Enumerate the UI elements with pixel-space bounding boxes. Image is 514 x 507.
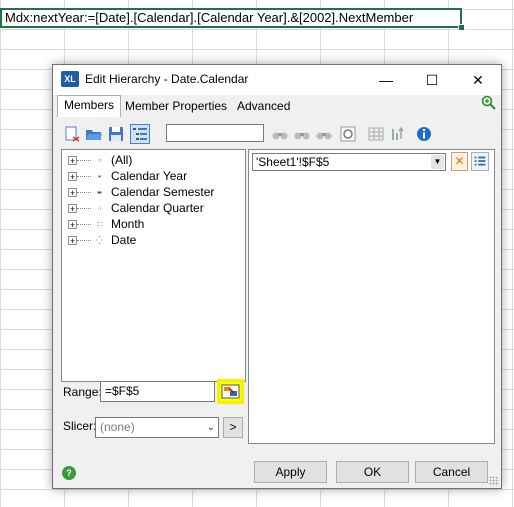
expand-icon[interactable]: + — [68, 204, 77, 214]
edit-hierarchy-dialog: XL Edit Hierarchy - Date.Calendar — ☐ ✕ … — [52, 64, 502, 489]
tree-item-label: (All) — [111, 153, 133, 167]
find-next-icon[interactable] — [293, 125, 311, 143]
app-icon: XL — [61, 71, 79, 87]
level-icon: ⁖ — [97, 203, 102, 213]
help-icon[interactable]: ? — [62, 466, 76, 480]
mdx-icon[interactable] — [339, 125, 357, 143]
expand-icon[interactable]: + — [68, 172, 77, 182]
tree-item-label: Month — [111, 217, 145, 231]
tree-item-label: Calendar Year — [111, 169, 188, 183]
expand-icon[interactable]: + — [68, 156, 77, 166]
search-input[interactable] — [166, 124, 264, 142]
tab-member-properties[interactable]: Member Properties — [119, 97, 233, 116]
tree-item-calendar-quarter[interactable]: + ⁖ Calendar Quarter — [68, 200, 204, 216]
tree-item-calendar-semester[interactable]: + ▪▪ Calendar Semester — [68, 184, 214, 200]
range-combo-value: 'Sheet1'!$F$5 — [256, 155, 330, 169]
slicer-value: (none) — [100, 420, 135, 434]
cancel-button[interactable]: Cancel — [415, 461, 488, 483]
tree-item-label: Calendar Quarter — [111, 201, 204, 215]
tree-item-all[interactable]: + ▫ (All) — [68, 152, 132, 168]
tree-item-label: Date — [111, 233, 137, 247]
dialog-footer: ? Apply OK Cancel — [53, 457, 501, 487]
selection-panel[interactable]: 'Sheet1'!$F$5 ▼ ✕ — [248, 149, 495, 444]
level-icon: ▫ — [98, 155, 101, 165]
new-icon[interactable] — [63, 125, 81, 143]
resize-grip-icon[interactable] — [489, 476, 499, 486]
level-icon: ▪ — [98, 171, 101, 181]
dialog-title: Edit Hierarchy - Date.Calendar — [85, 72, 249, 86]
info-icon[interactable] — [415, 125, 433, 143]
level-icon: ∷ — [96, 219, 102, 229]
hierarchy-tree[interactable]: + ▫ (All) + ▪ Calendar Year + ▪▪ Calendar Seme… — [61, 149, 246, 382]
sort-icon[interactable] — [389, 125, 407, 143]
find-previous-icon[interactable] — [315, 125, 333, 143]
zoom-icon[interactable] — [481, 95, 497, 111]
expand-icon[interactable]: + — [68, 188, 77, 198]
active-cell-formula[interactable]: Mdx:nextYear:=[Date].[Calendar].[Calenda… — [0, 8, 465, 31]
close-button[interactable]: ✕ — [455, 65, 501, 95]
tree-view-icon[interactable] — [130, 124, 150, 144]
chevron-down-icon[interactable]: ⌄ — [207, 418, 215, 437]
grid-icon[interactable] — [367, 125, 385, 143]
level-icon: ⁛ — [96, 235, 102, 245]
range-input[interactable]: =$F$5 — [100, 381, 215, 402]
slicer-select[interactable]: (none) ⌄ — [95, 417, 219, 438]
slicer-label: Slicer: — [63, 419, 97, 433]
ok-button[interactable]: OK — [336, 461, 409, 483]
apply-button[interactable]: Apply — [254, 461, 327, 483]
title-bar: XL Edit Hierarchy - Date.Calendar — ☐ ✕ — [53, 65, 501, 95]
range-select-button[interactable] — [217, 379, 244, 404]
tree-item-month[interactable]: + ∷ Month — [68, 216, 144, 232]
expand-icon[interactable]: + — [68, 220, 77, 230]
expand-icon[interactable]: + — [68, 236, 77, 246]
save-icon[interactable] — [107, 125, 125, 143]
open-folder-icon[interactable] — [85, 125, 103, 143]
find-icon[interactable] — [271, 125, 289, 143]
tree-item-date[interactable]: + ⁛ Date — [68, 232, 136, 248]
dropdown-arrow-icon[interactable]: ▼ — [431, 155, 444, 169]
range-combo[interactable]: 'Sheet1'!$F$5 ▼ — [252, 153, 446, 171]
maximize-button[interactable]: ☐ — [409, 65, 455, 95]
list-select-icon[interactable] — [471, 152, 489, 171]
tab-members[interactable]: Members — [57, 95, 122, 117]
tree-item-label: Calendar Semester — [111, 185, 215, 199]
remove-button[interactable]: ✕ — [451, 152, 468, 171]
slicer-go-button[interactable]: > — [223, 417, 243, 438]
minimize-button[interactable]: — — [363, 65, 409, 95]
toolbar — [61, 122, 495, 146]
level-icon: ▪▪ — [97, 187, 102, 197]
tree-item-calendar-year[interactable]: + ▪ Calendar Year — [68, 168, 187, 184]
range-label: Range: — [63, 385, 102, 399]
tab-advanced[interactable]: Advanced — [231, 97, 296, 116]
